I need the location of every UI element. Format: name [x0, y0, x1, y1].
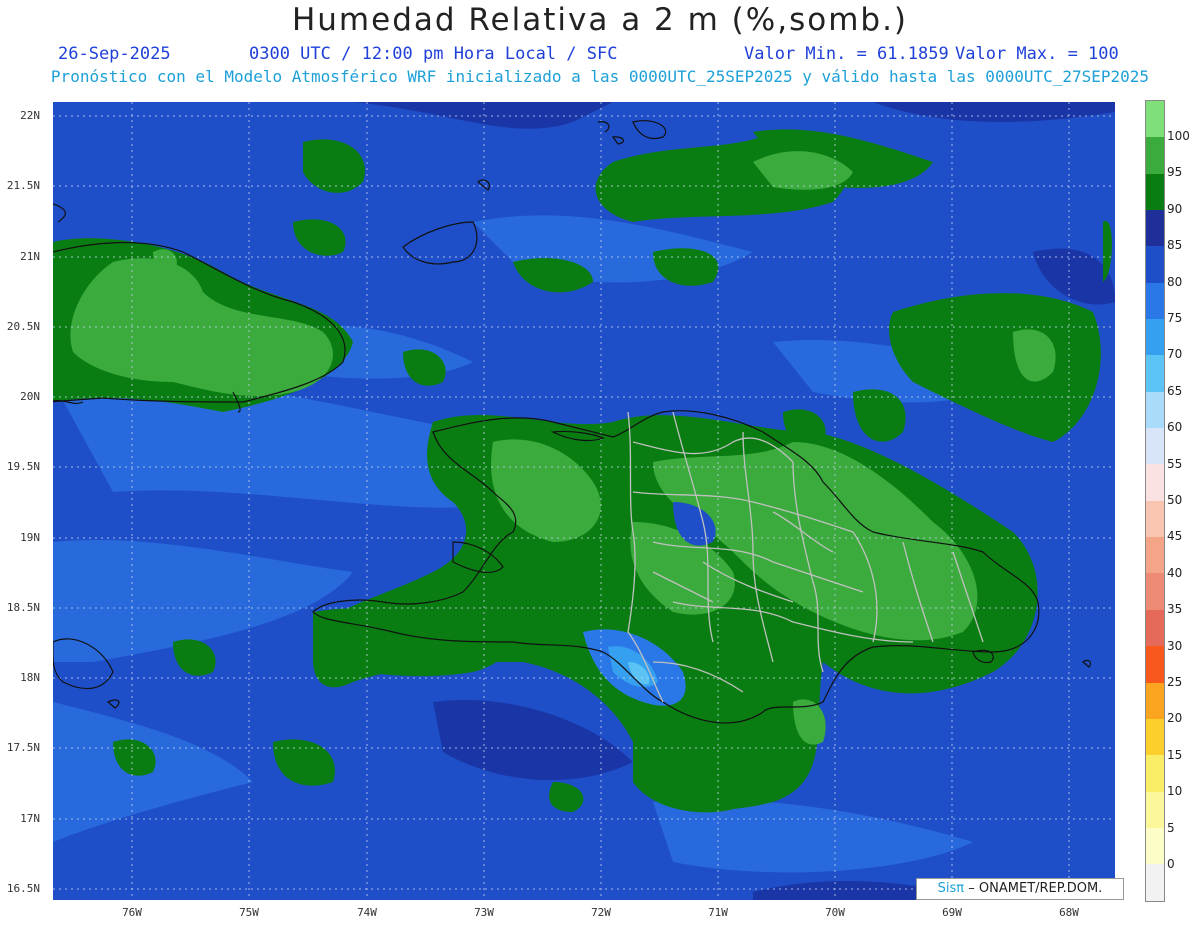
lon-label: 68W: [1059, 906, 1079, 919]
valid-time: 0300 UTC / 12:00 pm Hora Local / SFC: [249, 44, 618, 64]
lat-label: 21.5N: [6, 179, 40, 192]
colorbar-label: 90: [1167, 202, 1183, 216]
colorbar-segment: [1146, 682, 1164, 719]
valid-date: 26-Sep-2025: [58, 44, 171, 64]
map-title: Humedad Relativa a 2 m (%,somb.): [291, 2, 909, 38]
min-value: Valor Min. = 61.1859: [744, 44, 949, 64]
lon-label: 69W: [942, 906, 962, 919]
colorbar-label: 95: [1167, 165, 1183, 179]
colorbar-label: 25: [1167, 675, 1183, 689]
colorbar-segment: [1146, 391, 1164, 429]
colorbar-label: 70: [1167, 347, 1183, 361]
colorbar-segment: [1146, 500, 1164, 538]
colorbar-segment: [1146, 246, 1164, 283]
credit-text: – ONAMET/REP.DOM.: [968, 881, 1103, 896]
lat-label: 22N: [20, 109, 40, 122]
colorbar-segment: [1146, 718, 1164, 756]
colorbar-label: 45: [1167, 529, 1183, 543]
colorbar-label: 85: [1167, 238, 1183, 252]
colorbar-segment: [1146, 210, 1164, 247]
colorbar-label: 15: [1167, 748, 1183, 762]
colorbar-segment: [1146, 864, 1164, 901]
sistema-logo: Sisπ: [937, 881, 965, 896]
map-canvas: [53, 102, 1115, 900]
max-value: Valor Max. = 100: [955, 44, 1119, 64]
colorbar-segment: [1146, 319, 1164, 356]
humidity-map: [53, 102, 1115, 900]
colorbar-segment: [1146, 537, 1164, 574]
lat-label: 17N: [20, 812, 40, 825]
lat-label: 19.5N: [6, 460, 40, 473]
colorbar-segment: [1146, 137, 1164, 174]
colorbar-segment: [1146, 609, 1164, 647]
colorbar-label: 100: [1167, 129, 1190, 143]
colorbar-label: 10: [1167, 784, 1183, 798]
lon-label: 75W: [239, 906, 259, 919]
colorbar-segment: [1146, 755, 1164, 792]
lat-label: 19N: [20, 531, 40, 544]
lat-label: 18.5N: [6, 601, 40, 614]
colorbar-label: 55: [1167, 457, 1183, 471]
colorbar-segment: [1146, 282, 1164, 320]
colorbar-segment: [1146, 573, 1164, 610]
colorbar: [1145, 100, 1165, 902]
lon-label: 76W: [122, 906, 142, 919]
colorbar-label: 65: [1167, 384, 1183, 398]
colorbar-label: 0: [1167, 857, 1175, 871]
lon-label: 72W: [591, 906, 611, 919]
model-subtitle: Pronóstico con el Modelo Atmosférico WRF…: [50, 67, 1150, 86]
colorbar-label: 75: [1167, 311, 1183, 325]
lat-label: 20N: [20, 390, 40, 403]
credit-box: Sisπ – ONAMET/REP.DOM.: [916, 878, 1124, 900]
colorbar-segment: [1146, 101, 1164, 138]
lon-label: 70W: [825, 906, 845, 919]
colorbar-label: 5: [1167, 821, 1175, 835]
lat-label: 16.5N: [6, 882, 40, 895]
lon-label: 73W: [474, 906, 494, 919]
colorbar-segment: [1146, 791, 1164, 828]
lat-label: 20.5N: [6, 320, 40, 333]
colorbar-label: 30: [1167, 639, 1183, 653]
colorbar-label: 80: [1167, 275, 1183, 289]
colorbar-label: 60: [1167, 420, 1183, 434]
colorbar-label: 50: [1167, 493, 1183, 507]
colorbar-segment: [1146, 646, 1164, 683]
lat-label: 17.5N: [6, 741, 40, 754]
lat-label: 18N: [20, 671, 40, 684]
colorbar-segment: [1146, 464, 1164, 501]
colorbar-segment: [1146, 428, 1164, 465]
lon-label: 71W: [708, 906, 728, 919]
lon-label: 74W: [357, 906, 377, 919]
lat-label: 21N: [20, 250, 40, 263]
colorbar-label: 35: [1167, 602, 1183, 616]
colorbar-label: 20: [1167, 711, 1183, 725]
colorbar-segment: [1146, 827, 1164, 865]
colorbar-segment: [1146, 173, 1164, 211]
colorbar-segment: [1146, 355, 1164, 392]
colorbar-label: 40: [1167, 566, 1183, 580]
